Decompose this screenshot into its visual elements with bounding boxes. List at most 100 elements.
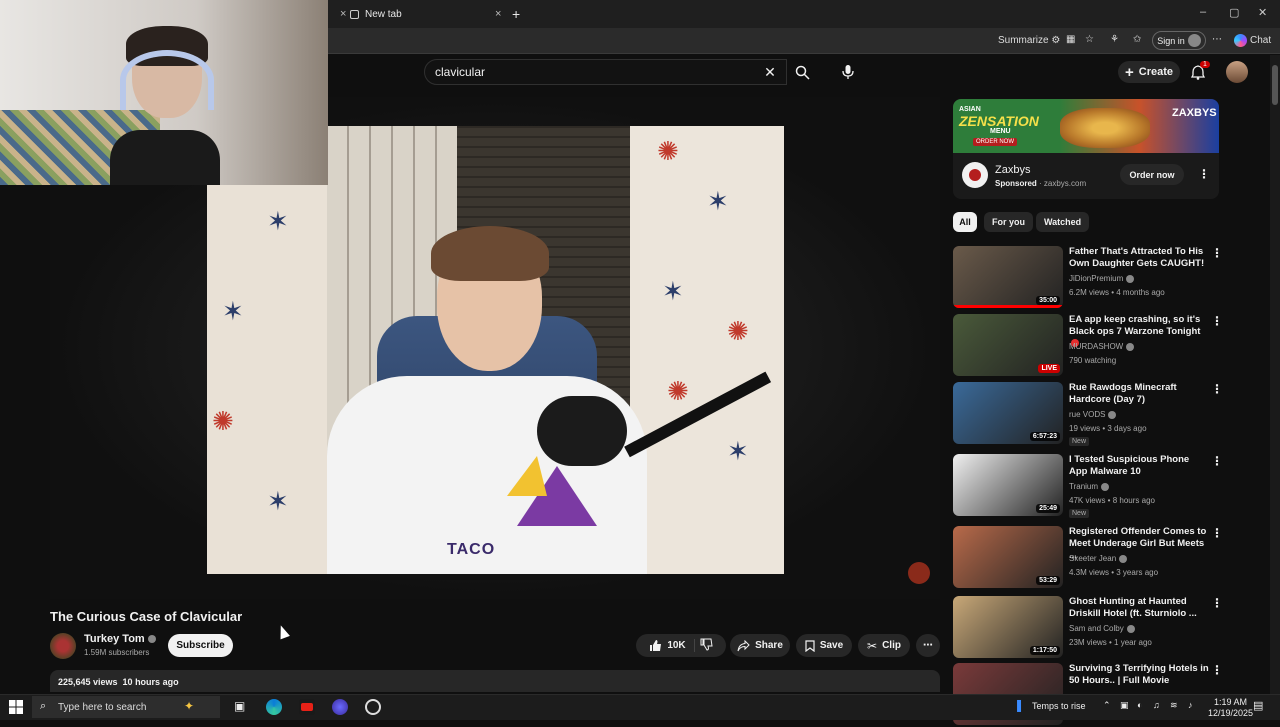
sign-in-button[interactable]: Sign in <box>1152 31 1206 50</box>
obs-app-icon[interactable] <box>365 699 381 715</box>
account-avatar[interactable] <box>1226 61 1248 83</box>
favorite-star-icon[interactable]: ☆ <box>1085 34 1094 45</box>
recommended-video[interactable]: 6:57:23 Rue Rawdogs Minecraft Hardcore (D… <box>953 382 1233 446</box>
recommended-video[interactable]: 53:29 Registered Offender Comes to Meet U… <box>953 526 1233 590</box>
like-count: 10K <box>667 640 686 651</box>
minimize-button[interactable]: – <box>1200 6 1206 18</box>
volume-icon[interactable]: ♪ <box>1188 700 1193 710</box>
create-button[interactable]: + Create <box>1118 61 1180 83</box>
order-now-button[interactable]: Order now <box>1120 164 1184 185</box>
video-menu-icon[interactable]: ⋮ <box>1211 596 1223 610</box>
chip-for-you[interactable]: For you <box>984 212 1033 232</box>
save-button[interactable]: Save <box>796 634 852 657</box>
verified-icon <box>1126 342 1135 351</box>
channel-watermark-icon[interactable] <box>908 562 930 584</box>
recommended-video[interactable]: 35:00 Father That's Attracted To His Own … <box>953 246 1233 310</box>
browser-menu-icon[interactable]: ⋯ <box>1212 34 1222 45</box>
chip-all[interactable]: All <box>953 212 977 232</box>
notification-center-icon[interactable]: ▤ <box>1253 699 1263 712</box>
video-thumbnail[interactable]: 1:17:50 <box>953 596 1063 658</box>
video-title-text: EA app keep crashing, so it's Black ops … <box>1069 314 1201 337</box>
search-input[interactable] <box>435 60 735 84</box>
recommended-video-title[interactable]: Surviving 3 Terrifying Hotels in 50 Hour… <box>1069 663 1209 687</box>
windows-start-button[interactable] <box>9 700 25 716</box>
video-menu-icon[interactable]: ⋮ <box>1211 454 1223 468</box>
wifi-icon[interactable]: ≋ <box>1170 700 1178 711</box>
video-thumbnail[interactable]: LIVE <box>953 314 1063 376</box>
video-thumbnail[interactable]: 25:49 <box>953 454 1063 516</box>
video-thumbnail[interactable]: 53:29 <box>953 526 1063 588</box>
thumbs-down-icon <box>700 638 713 651</box>
channel-name[interactable]: Turkey Tom <box>84 633 156 645</box>
recommended-channel-name[interactable]: JiDionPremium <box>1069 274 1135 283</box>
tray-icon[interactable]: ◐ <box>1137 700 1142 710</box>
close-icon: ✕ <box>1258 7 1268 19</box>
close-icon[interactable]: × <box>495 8 501 20</box>
recommended-channel-name[interactable]: rue VODS <box>1069 410 1117 419</box>
recommended-video[interactable]: 1:17:50 Ghost Hunting at Haunted Driskill… <box>953 596 1233 660</box>
recommended-video-title[interactable]: Father That's Attracted To His Own Daugh… <box>1069 246 1209 270</box>
recommended-video[interactable]: LIVE EA app keep crashing, so it's Black … <box>953 314 1233 378</box>
summarize-button[interactable]: Summarize ⚙ <box>998 35 1060 46</box>
copilot-chat-button[interactable]: Chat <box>1234 34 1271 47</box>
video-menu-icon[interactable]: ⋮ <box>1211 246 1223 260</box>
favorites-icon[interactable]: ✩ <box>1133 34 1141 45</box>
scrollbar-thumb[interactable] <box>1272 65 1278 105</box>
tray-icon[interactable]: ▣ <box>1120 700 1129 711</box>
video-menu-icon[interactable]: ⋮ <box>1211 663 1223 677</box>
subscribe-button[interactable]: Subscribe <box>168 634 233 657</box>
weather-status[interactable]: Temps to rise <box>1032 701 1086 711</box>
task-view-icon[interactable]: ▣ <box>234 699 245 713</box>
chip-watched[interactable]: Watched <box>1036 212 1090 232</box>
recommended-channel-name[interactable]: Sam and Colby <box>1069 624 1135 633</box>
clip-button[interactable]: ✂ Clip <box>858 634 910 657</box>
recommended-video-title[interactable]: Rue Rawdogs Minecraft Hardcore (Day 7) <box>1069 382 1209 406</box>
taskbar-clock[interactable]: 1:19 AM 12/19/2025 <box>1208 697 1253 719</box>
copilot-sparkle-icon[interactable]: ✦ <box>184 699 194 713</box>
video-menu-icon[interactable]: ⋮ <box>1211 526 1223 540</box>
channel-avatar[interactable] <box>50 633 76 659</box>
voice-search-button[interactable] <box>838 62 858 82</box>
verified-icon <box>1119 554 1128 563</box>
dislike-button[interactable] <box>700 638 713 654</box>
share-button[interactable]: Share <box>730 634 790 657</box>
recommended-channel-name[interactable]: Tranium <box>1069 482 1110 491</box>
video-thumbnail[interactable]: 6:57:23 <box>953 382 1063 444</box>
recommended-video-title[interactable]: I Tested Suspicious Phone App Malware 10 <box>1069 454 1209 478</box>
recommended-video[interactable]: 25:49 I Tested Suspicious Phone App Malwa… <box>953 454 1233 518</box>
advertiser-logo[interactable] <box>962 162 988 188</box>
taskbar-search-placeholder: Type here to search <box>58 701 147 713</box>
more-actions-button[interactable]: ⋯ <box>916 634 940 657</box>
recommended-channel-name[interactable]: Skeeter Jean <box>1069 554 1128 563</box>
description-box[interactable] <box>50 670 940 692</box>
like-button[interactable]: 10K <box>649 639 695 652</box>
sign-in-label: Sign in <box>1157 35 1185 46</box>
video-menu-icon[interactable]: ⋮ <box>1211 314 1223 328</box>
extensions-icon[interactable]: ⚘ <box>1110 34 1119 45</box>
split-view-icon[interactable]: ▦ <box>1066 34 1075 45</box>
clear-search-button[interactable]: ✕ <box>762 63 778 81</box>
video-thumbnail[interactable]: 35:00 <box>953 246 1063 308</box>
discord-app-icon[interactable] <box>332 699 348 715</box>
video-duration: 53:29 <box>1036 576 1060 585</box>
youtube-app-icon[interactable] <box>299 699 315 715</box>
edge-browser-icon[interactable] <box>266 699 282 715</box>
recommended-video-meta: 6.2M views • 4 months ago <box>1069 288 1165 297</box>
tab-new-tab[interactable]: New tab × <box>350 2 505 26</box>
search-box[interactable] <box>424 59 787 85</box>
tray-mic-icon[interactable]: ♫ <box>1153 700 1160 710</box>
channel-name-text: MURDASHOW <box>1069 342 1124 351</box>
new-tab-button[interactable]: + <box>512 2 520 26</box>
tray-chevron-icon[interactable]: ⌃ <box>1103 700 1111 711</box>
recommended-channel-name[interactable]: MURDASHOW <box>1069 342 1135 351</box>
page-scrollbar[interactable] <box>1270 55 1280 695</box>
sparkle-icon: ⚙ <box>1051 35 1061 46</box>
video-menu-icon[interactable]: ⋮ <box>1211 382 1223 396</box>
close-window-button[interactable]: ✕ <box>1258 6 1267 19</box>
previous-tab-close[interactable]: × <box>330 2 346 26</box>
search-button[interactable] <box>792 62 812 82</box>
ad-menu-icon[interactable]: ⋮ <box>1198 167 1210 181</box>
video-frame[interactable]: ✺ ✶ ✶ ✺ ✶ ✺ ✶ ✶ ✺ ✺ ✶ TACO <box>207 126 784 574</box>
maximize-button[interactable]: ▢ <box>1229 6 1239 19</box>
recommended-video-title[interactable]: Ghost Hunting at Haunted Driskill Hotel … <box>1069 596 1209 620</box>
